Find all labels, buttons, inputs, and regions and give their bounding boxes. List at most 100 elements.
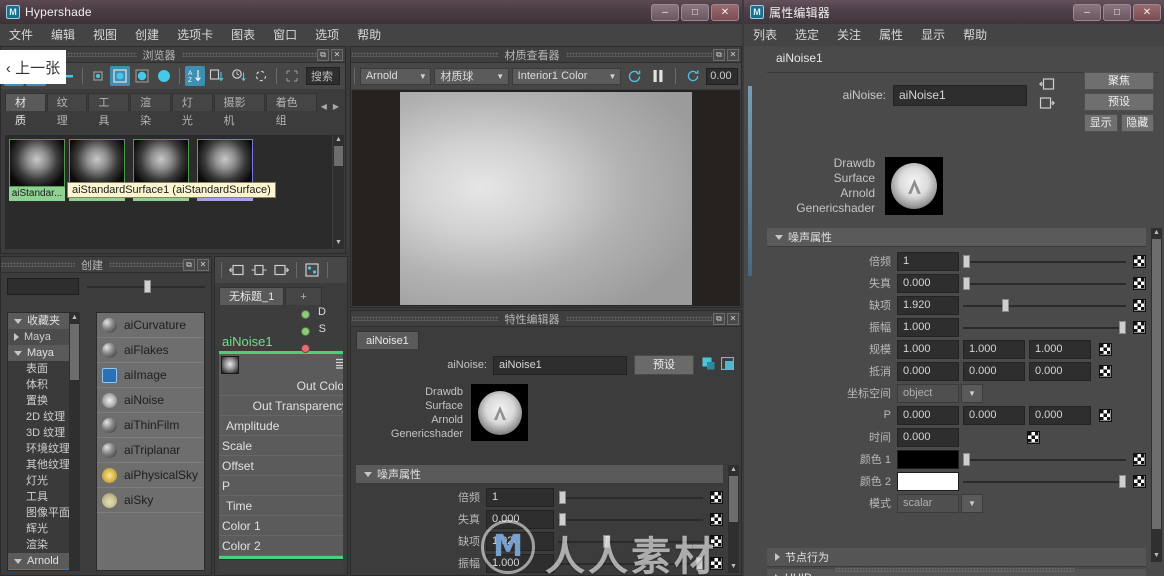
tab-utilities[interactable]: 工具 (88, 93, 130, 127)
swatch-size-xs-icon[interactable] (88, 66, 108, 86)
browser-float-button[interactable]: ⧉ (317, 48, 329, 61)
attr-value-field[interactable]: 0.000 (963, 405, 1025, 425)
scroll-down-icon[interactable]: ▼ (334, 239, 343, 248)
ae-menu-attributes[interactable]: 属性 (870, 24, 912, 46)
tab-cameras[interactable]: 摄影机 (213, 93, 265, 127)
scroll-down-icon[interactable]: ▼ (729, 563, 738, 572)
chevron-down-icon[interactable]: ▼ (961, 493, 983, 513)
previous-image-button[interactable]: ‹ 上一张 (0, 50, 66, 84)
create-float-button[interactable]: ⧉ (183, 258, 195, 271)
scroll-up-icon[interactable]: ▲ (1152, 229, 1161, 238)
attr-value-field[interactable]: 0.000 (897, 273, 959, 293)
tree-item-utilities[interactable]: 工具 (8, 489, 78, 505)
menu-edit[interactable]: 编辑 (42, 24, 84, 46)
node-item-aicurvature[interactable]: aiCurvature (97, 313, 204, 338)
close-button[interactable]: ✕ (1133, 3, 1161, 21)
attr-value-field[interactable]: 1 (897, 251, 959, 271)
sort-time-icon[interactable] (229, 66, 249, 86)
ae-menu-list[interactable]: 列表 (744, 24, 786, 46)
node-item-aiimage[interactable]: aiImage (97, 363, 204, 388)
color2-swatch[interactable] (897, 471, 959, 491)
preset-button[interactable]: 预设 (634, 355, 694, 375)
tree-item-env-textures[interactable]: 环境纹理 (8, 441, 78, 457)
tree-item-texture-selected[interactable]: Texture (8, 569, 78, 570)
minimize-button[interactable]: – (651, 3, 679, 21)
minimize-button[interactable]: – (1073, 3, 1101, 21)
node-row-color2[interactable]: Color 2 (219, 536, 343, 556)
tree-item-maya-fav[interactable]: Maya (8, 329, 78, 345)
property-tab-ainoise1[interactable]: aiNoise1 (356, 331, 419, 349)
noise-attributes-section-header[interactable]: 噪声属性 (356, 465, 723, 484)
tree-item-maya[interactable]: Maya (8, 345, 78, 361)
refresh-swatches-icon[interactable] (251, 66, 271, 86)
color1-swatch[interactable] (897, 449, 959, 469)
refresh-icon[interactable] (625, 66, 643, 86)
ae-noise-section-header[interactable]: 噪声属性 (767, 228, 1146, 247)
ae-menu-selected[interactable]: 选定 (786, 24, 828, 46)
map-button-icon[interactable] (1099, 408, 1112, 422)
node-row-scale[interactable]: Scale (219, 436, 343, 456)
scrollbar-thumb[interactable] (334, 146, 343, 166)
tree-item-displacement[interactable]: 置换 (8, 393, 78, 409)
pause-icon[interactable] (648, 66, 666, 86)
menu-window[interactable]: 窗口 (264, 24, 306, 46)
ae-left-splitter[interactable] (744, 46, 758, 576)
tree-item-rendering[interactable]: 渲染 (8, 537, 78, 553)
menu-help[interactable]: 帮助 (348, 24, 390, 46)
attr-value-field[interactable]: 1.000 (897, 339, 959, 359)
tab-rendering[interactable]: 渲染 (130, 93, 171, 127)
ae-menu-show[interactable]: 显示 (912, 24, 954, 46)
copy-tab-icon[interactable] (702, 357, 715, 373)
sort-type-icon[interactable] (207, 66, 227, 86)
property-editor-scrollbar[interactable]: ▲ ▼ (728, 465, 739, 573)
menu-create[interactable]: 创建 (126, 24, 168, 46)
mode-combo[interactable]: scalar (897, 493, 959, 513)
ae-menu-help[interactable]: 帮助 (954, 24, 996, 46)
scrollbar-thumb[interactable] (70, 324, 79, 380)
viewer-value-field[interactable]: 0.00 (706, 67, 738, 85)
maximize-button[interactable]: □ (681, 3, 709, 21)
attr-slider[interactable] (963, 252, 1126, 271)
coordspace-combo[interactable]: object (897, 383, 959, 403)
scroll-up-icon[interactable]: ▲ (334, 136, 343, 145)
tab-textures[interactable]: 纹理 (46, 93, 88, 127)
ae-tab-ainoise1[interactable]: aiNoise1 (767, 49, 832, 67)
close-button[interactable]: ✕ (711, 3, 739, 21)
tree-item-lights[interactable]: 灯光 (8, 473, 78, 489)
attr-slider[interactable] (963, 296, 1126, 315)
attr-value-field[interactable]: 1.000 (1029, 339, 1091, 359)
map-button-icon[interactable] (1027, 430, 1040, 444)
tree-item-glow[interactable]: 辉光 (8, 521, 78, 537)
show-button[interactable]: 显示 (1084, 114, 1118, 132)
attr-slider[interactable] (558, 510, 703, 529)
create-tree-scrollbar[interactable]: ▲ (69, 313, 80, 570)
attr-slider[interactable] (963, 450, 1126, 469)
scroll-up-icon[interactable]: ▲ (70, 314, 79, 323)
tree-item-volume[interactable]: 体积 (8, 377, 78, 393)
attr-slider[interactable] (558, 554, 703, 573)
attr-value-field[interactable]: 0.000 (1029, 405, 1091, 425)
node-item-ainoise[interactable]: aiNoise (97, 388, 204, 413)
node-row-color1[interactable]: Color 1 (219, 516, 343, 536)
material-preview-area[interactable] (352, 90, 740, 306)
node-menu-icon[interactable] (335, 358, 343, 372)
node-item-aitriplanar[interactable]: aiTriplanar (97, 438, 204, 463)
node-row-offset[interactable]: Offset (219, 456, 343, 476)
material-viewer-float-button[interactable]: ⧉ (713, 48, 725, 61)
map-button-icon[interactable] (1133, 474, 1146, 488)
menu-file[interactable]: 文件 (0, 24, 42, 46)
new-tab-icon[interactable] (720, 356, 735, 373)
map-button-icon[interactable] (1133, 254, 1146, 268)
swatch-item[interactable]: aiStandar... (9, 139, 65, 201)
node-graph-canvas[interactable]: aiNoise1 D S Out Color Out Transparency … (219, 306, 343, 573)
swatch-size-s-icon[interactable] (110, 66, 130, 86)
map-button-icon[interactable] (710, 490, 723, 504)
attr-value-field[interactable]: 1.920 (897, 295, 959, 315)
tab-prev-icon[interactable]: ◀ (318, 102, 330, 111)
node-row-time[interactable]: Time (219, 496, 343, 516)
scroll-down-icon[interactable]: ▼ (1152, 552, 1161, 561)
map-button-icon[interactable] (710, 556, 723, 570)
node-item-aiflakes[interactable]: aiFlakes (97, 338, 204, 363)
tree-item-other-textures[interactable]: 其他纹理 (8, 457, 78, 473)
renderer-combo[interactable]: Arnold ▼ (359, 67, 432, 85)
